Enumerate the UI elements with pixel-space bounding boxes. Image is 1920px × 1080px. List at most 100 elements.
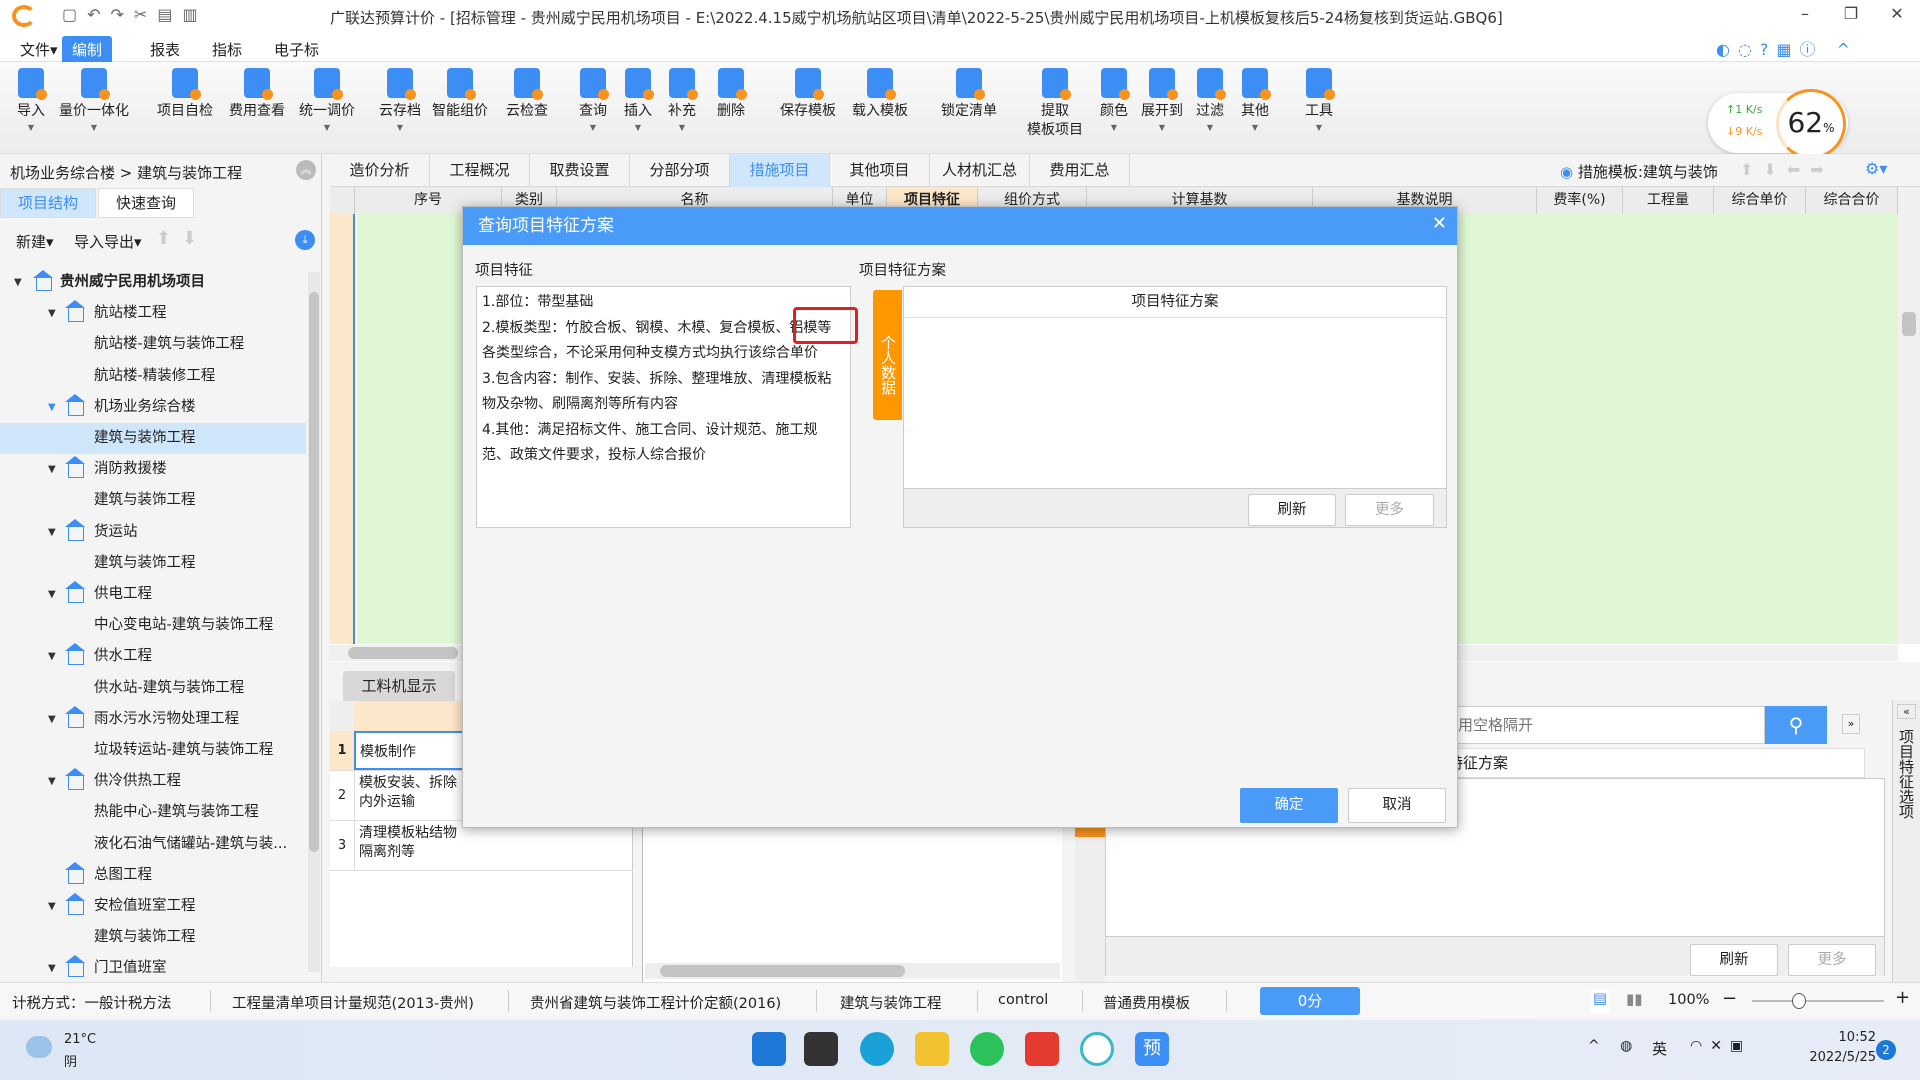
tree-item[interactable]: ▼ 消防救援楼 [0, 454, 306, 485]
tree-item[interactable]: 热能中心-建筑与装饰工程 [0, 797, 306, 828]
zoom-in-icon[interactable]: + [1895, 987, 1910, 1008]
restore-button[interactable]: ❐ [1836, 4, 1866, 23]
cancel-button[interactable]: 取消 [1348, 788, 1446, 823]
search-button[interactable]: ⚲ [1765, 706, 1827, 744]
tab-2[interactable]: 取费设置 [530, 154, 630, 187]
tree-item[interactable]: ▼ 供水工程 [0, 641, 306, 672]
tree-item[interactable]: ▼ 雨水污水污物处理工程 [0, 704, 306, 735]
clock-time[interactable]: 10:52 [1826, 1030, 1876, 1045]
caret-down-icon[interactable]: ▼ [48, 454, 56, 485]
panel-tab-structure[interactable]: 项目结构 [0, 188, 96, 218]
ribbon-button[interactable]: 费用查看 [222, 68, 292, 121]
ribbon-button[interactable]: 其他 ▼ [1220, 68, 1290, 132]
tab-7[interactable]: 费用汇总 [1030, 154, 1130, 187]
caret-down-icon[interactable]: ▼ [14, 267, 22, 298]
tree-item[interactable]: 建筑与装饰工程 [0, 423, 306, 454]
column-header[interactable]: 综合合价 [1806, 187, 1898, 214]
ribbon-button[interactable]: 智能组价 [425, 68, 495, 121]
new-button[interactable]: 新建▾ [16, 231, 54, 252]
dialog-close-icon[interactable]: ✕ [1432, 213, 1447, 234]
tab-5[interactable]: 其他项目 [830, 154, 930, 187]
wechat-icon[interactable] [970, 1032, 1004, 1066]
search-input[interactable] [1445, 706, 1765, 744]
notification-badge[interactable]: 2 [1876, 1040, 1896, 1060]
tab-3[interactable]: 分部分项 [630, 154, 730, 187]
column-header[interactable]: 费率(%) [1537, 187, 1623, 214]
template-indicator[interactable]: ◉ 措施模板:建筑与装饰 [1560, 161, 1718, 182]
ime-indicator[interactable]: 英 [1652, 1038, 1667, 1059]
tree-item[interactable]: 建筑与装饰工程 [0, 922, 306, 953]
help-icons[interactable]: ◐◌?▦ⓘ ^ [1716, 36, 1858, 60]
layout-single-icon[interactable]: ▤ [1590, 989, 1610, 1013]
tree-item[interactable]: ▼ 安检值班室工程 [0, 891, 306, 922]
tree-item[interactable]: ▼ 供电工程 [0, 579, 306, 610]
tree-item[interactable]: 航站楼-精装修工程 [0, 361, 306, 392]
grid-vscrollbar[interactable] [1898, 187, 1920, 644]
tree-item[interactable]: 建筑与装饰工程 [0, 485, 306, 516]
quick-access-toolbar[interactable]: ▢↶↷✂▤▥ [62, 5, 208, 24]
tree-item[interactable]: 中心变电站-建筑与装饰工程 [0, 610, 306, 641]
tree-item[interactable]: 航站楼-建筑与装饰工程 [0, 329, 306, 360]
side-tab-feature-options[interactable]: « 项目特征选项 [1892, 700, 1920, 982]
clock-date[interactable]: 2022/5/25 [1796, 1050, 1876, 1065]
glodon-cloud-icon[interactable] [1080, 1032, 1114, 1066]
ribbon-button[interactable]: 锁定清单 [934, 68, 1004, 121]
memory-gauge[interactable]: 62% [1776, 89, 1846, 159]
caret-down-icon[interactable]: ▼ [48, 298, 56, 329]
tree-item[interactable]: 垃圾转运站-建筑与装饰工程 [0, 735, 306, 766]
dialog-more-button[interactable]: 更多 [1345, 494, 1434, 526]
tree-item[interactable]: ▼ 贵州威宁民用机场项目 [0, 267, 306, 298]
tab-6[interactable]: 人材机汇总 [930, 154, 1030, 187]
caret-down-icon[interactable]: ▼ [48, 953, 56, 979]
edge-icon[interactable] [860, 1032, 894, 1066]
tree-scrollbar[interactable] [308, 272, 320, 972]
collapse-icon[interactable]: ︽ [296, 160, 316, 180]
zoom-slider[interactable] [1752, 993, 1884, 1009]
move-down-icon[interactable]: ⬇ [182, 228, 197, 249]
dialog-refresh-button[interactable]: 刷新 [1248, 494, 1336, 526]
tree-item[interactable]: 供水站-建筑与装饰工程 [0, 673, 306, 704]
ribbon-button[interactable]: 删除 [696, 68, 766, 121]
menu-item[interactable]: 编制 [62, 36, 113, 62]
panel-tab-quick-query[interactable]: 快速查询 [98, 188, 194, 218]
table-row[interactable]: 3 清理模板粘结物 隔离剂等 [330, 821, 633, 871]
menu-item[interactable]: 报表 [140, 36, 190, 62]
move-up-icon[interactable]: ⬆ [156, 228, 171, 249]
ribbon-button[interactable]: 云检查 [492, 68, 562, 121]
tab-1[interactable]: 工程概况 [430, 154, 530, 187]
personal-data-tab[interactable]: 个人数据 [873, 290, 902, 420]
column-header[interactable]: 综合单价 [1714, 187, 1806, 214]
tree-item[interactable]: ▼ 货运站 [0, 517, 306, 548]
tree-item[interactable]: 建筑与装饰工程 [0, 548, 306, 579]
tree-item[interactable]: 液化石油气储罐站-建筑与装... [0, 829, 306, 860]
menu-item[interactable]: 指标 [202, 36, 252, 62]
wps-icon[interactable] [1025, 1032, 1059, 1066]
tree-item[interactable]: ▼ 供冷供热工程 [0, 766, 306, 797]
ribbon-button[interactable]: 保存模板 [773, 68, 843, 121]
tray-icons[interactable]: ^ ◍ [1588, 1038, 1640, 1054]
wifi-volume-battery-icons[interactable]: ◠✕▣ [1690, 1038, 1751, 1054]
tab-4[interactable]: 措施项目 [730, 154, 830, 187]
menu-item[interactable]: 文件▾ [10, 36, 68, 62]
settings-icon[interactable]: ⚙▾ [1865, 159, 1887, 178]
ok-button[interactable]: 确定 [1240, 788, 1338, 823]
middle-hscrollbar[interactable] [645, 963, 1060, 979]
ribbon-button[interactable]: 导入 ▼ [0, 68, 66, 132]
ribbon-button[interactable]: 统一调价 ▼ [292, 68, 362, 132]
caret-down-icon[interactable]: ▼ [48, 891, 56, 922]
file-explorer-icon[interactable] [915, 1032, 949, 1066]
start-icon[interactable] [752, 1032, 786, 1066]
tree-item[interactable]: ▼ 机场业务综合楼 [0, 392, 306, 423]
close-button[interactable]: ✕ [1882, 4, 1912, 23]
zoom-out-icon[interactable]: − [1722, 988, 1737, 1009]
tab-0[interactable]: 造价分析 [330, 154, 430, 187]
caret-down-icon[interactable]: ▼ [48, 641, 56, 672]
layout-split-icon[interactable]: ▮▮ [1626, 990, 1643, 1008]
ribbon-button[interactable]: 项目自检 [150, 68, 220, 121]
menu-item[interactable]: 电子标 [264, 36, 329, 62]
ribbon-button[interactable]: 载入模板 [845, 68, 915, 121]
ribbon-button[interactable]: 工具 ▼ [1284, 68, 1354, 132]
column-header[interactable]: 工程量 [1623, 187, 1714, 214]
collapse-left-icon[interactable]: « [1897, 704, 1916, 719]
nav-arrow-icons[interactable]: ⬆⬇⬅➡ [1740, 160, 1834, 179]
